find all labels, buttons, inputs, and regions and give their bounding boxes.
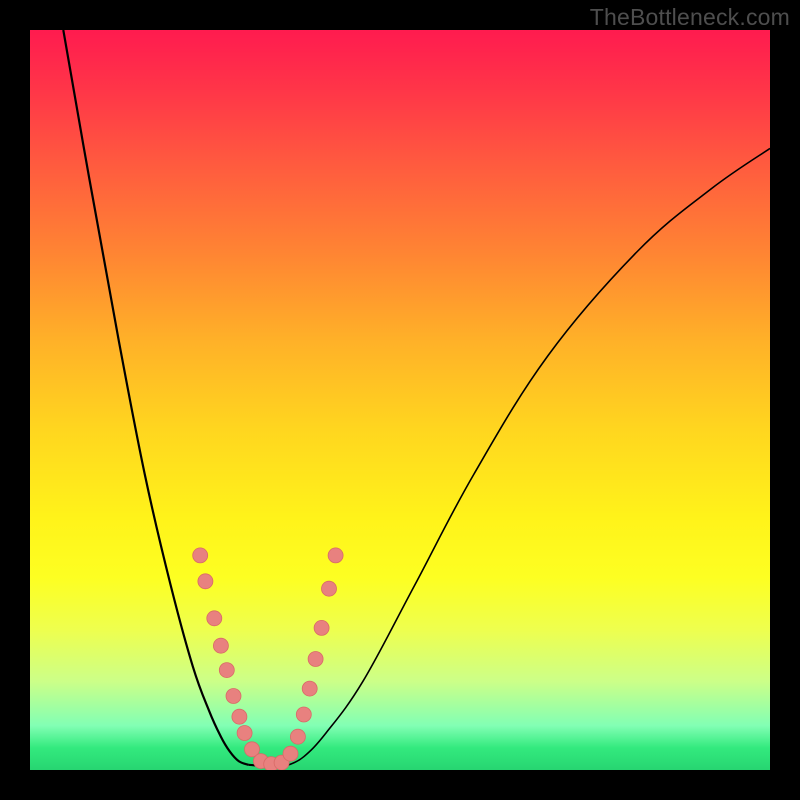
bead-marker — [213, 638, 228, 653]
bead-marker — [328, 548, 343, 563]
bead-marker — [232, 709, 247, 724]
watermark-text: TheBottleneck.com — [590, 4, 790, 31]
bead-marker — [207, 611, 222, 626]
curve-overlay — [30, 30, 770, 770]
curve-left-branch — [63, 30, 248, 765]
plot-area — [30, 30, 770, 770]
curve-right-branch — [289, 148, 770, 764]
bead-marker — [290, 729, 305, 744]
bead-marker — [296, 707, 311, 722]
bead-marker — [245, 742, 260, 757]
bead-marker — [308, 652, 323, 667]
bead-marker — [193, 548, 208, 563]
bead-marker — [226, 689, 241, 704]
bead-marker — [274, 755, 289, 770]
bead-marker — [314, 620, 329, 635]
bead-marker — [302, 681, 317, 696]
bead-marker — [264, 757, 279, 770]
bead-marker — [322, 581, 337, 596]
chart-frame: TheBottleneck.com — [0, 0, 800, 800]
bead-marker — [253, 754, 268, 769]
bead-marker — [237, 726, 252, 741]
bead-marker — [283, 746, 298, 761]
bead-marker — [219, 663, 234, 678]
curve-valley — [248, 765, 289, 766]
beads-group — [193, 548, 343, 770]
bead-marker — [198, 574, 213, 589]
